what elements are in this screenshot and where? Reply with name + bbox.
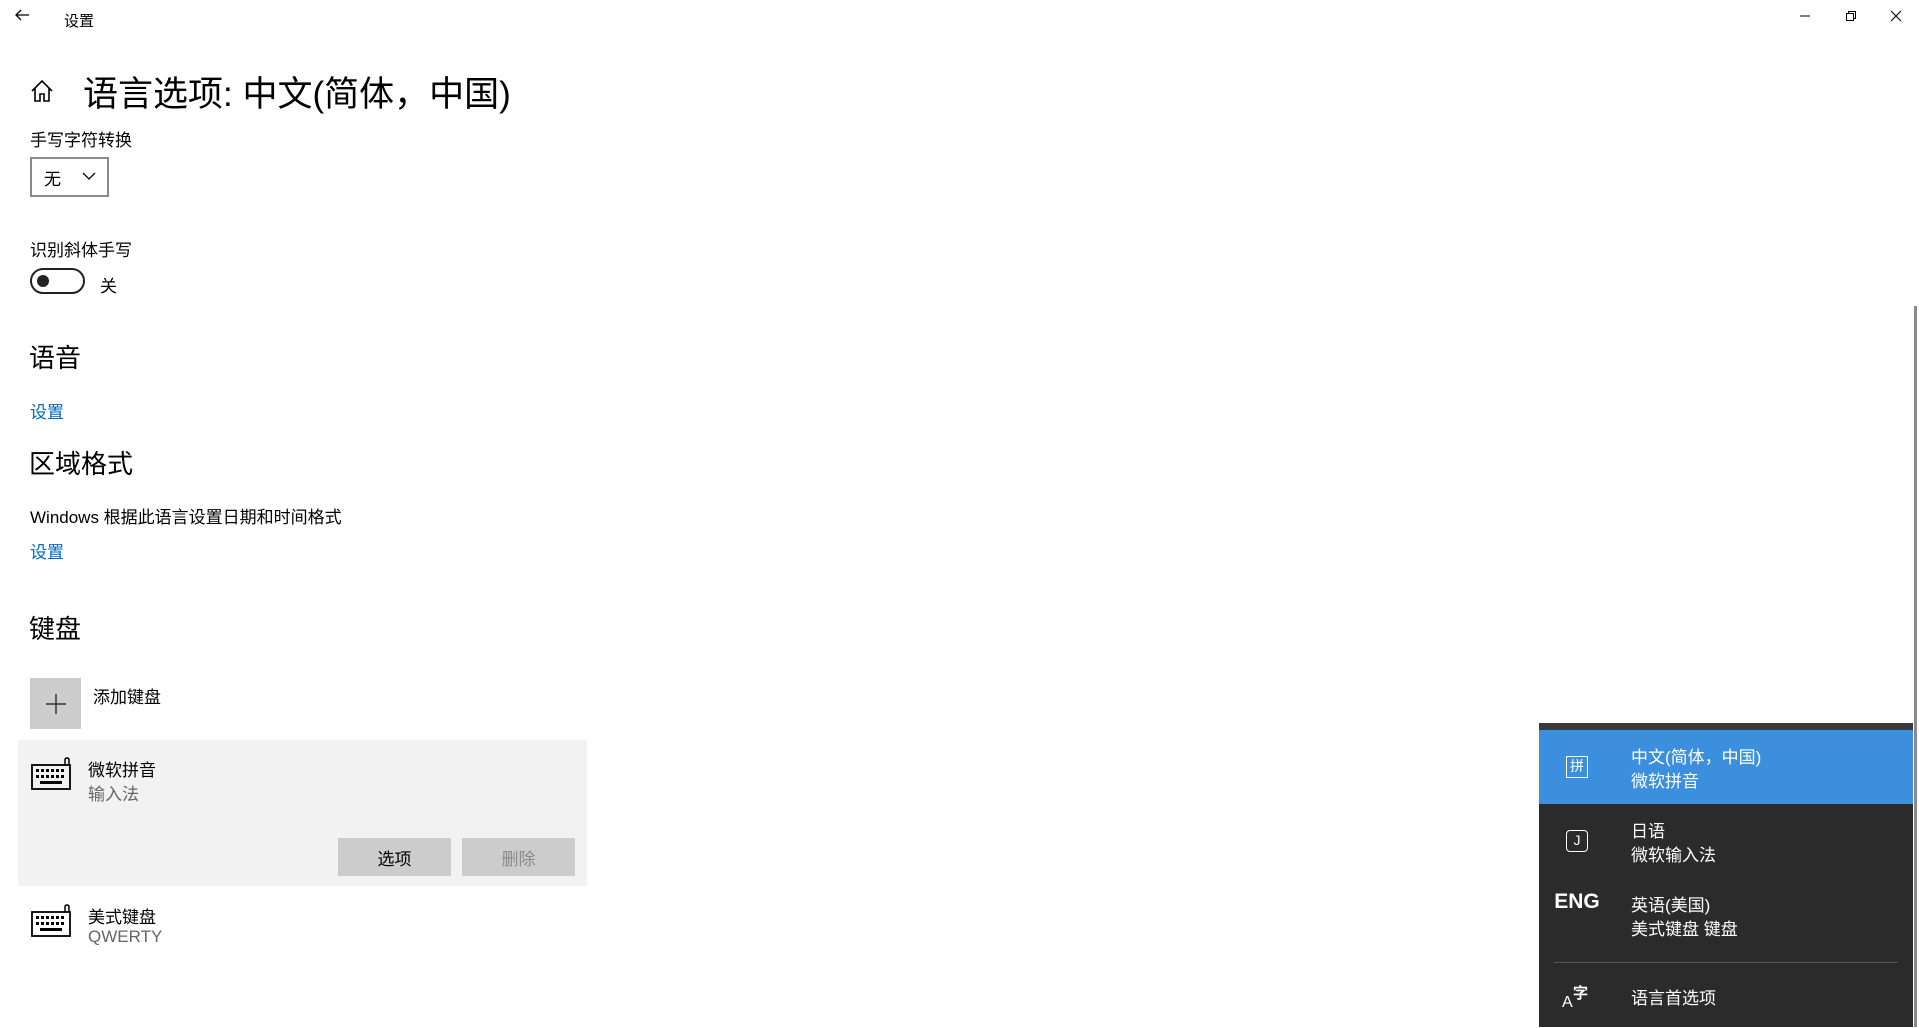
japanese-ime-icon: J xyxy=(1539,830,1615,852)
keyboard-item-name: 微软拼音 xyxy=(88,761,156,780)
minimize-button[interactable] xyxy=(1782,2,1828,30)
home-button[interactable] xyxy=(28,77,56,105)
keyboard-item-sub: 输入法 xyxy=(88,785,139,804)
keyboard-icon xyxy=(31,757,71,790)
toggle-state-label: 关 xyxy=(100,277,117,296)
language-preferences-item[interactable]: A 字 语言首选项 xyxy=(1539,968,1913,1028)
flyout-item-ime: 美式键盘 键盘 xyxy=(1631,920,1738,939)
back-button[interactable] xyxy=(10,4,38,28)
close-icon xyxy=(1890,10,1902,22)
handwriting-conversion-label: 手写字符转换 xyxy=(30,131,132,150)
flyout-item-chinese[interactable]: 拼 中文(简体，中国) 微软拼音 xyxy=(1539,730,1913,804)
pinyin-icon: 拼 xyxy=(1539,756,1615,778)
region-settings-link[interactable]: 设置 xyxy=(30,538,64,563)
minimize-icon xyxy=(1800,15,1810,17)
flyout-item-ime: 微软输入法 xyxy=(1631,846,1716,865)
handwriting-conversion-dropdown[interactable]: 无 xyxy=(30,157,109,197)
flyout-item-japanese[interactable]: J 日语 微软输入法 xyxy=(1539,804,1913,878)
speech-settings-link[interactable]: 设置 xyxy=(30,398,64,423)
close-button[interactable] xyxy=(1873,2,1919,30)
page-title: 语言选项: 中文(简体，中国) xyxy=(83,75,511,114)
flyout-item-language: 中文(简体，中国) xyxy=(1631,748,1762,767)
plus-icon xyxy=(45,693,66,714)
flyout-item-english[interactable]: ENG 英语(美国) 美式键盘 键盘 xyxy=(1539,878,1913,952)
dropdown-value: 无 xyxy=(44,169,61,189)
toggle-knob xyxy=(37,275,49,287)
keyboard-heading: 键盘 xyxy=(29,614,82,644)
chevron-down-icon xyxy=(82,172,96,180)
scrollbar[interactable] xyxy=(1914,306,1917,1027)
language-preferences-label: 语言首选项 xyxy=(1631,989,1716,1008)
italic-handwriting-toggle[interactable] xyxy=(30,268,85,294)
speech-heading: 语音 xyxy=(29,343,82,373)
region-format-heading: 区域格式 xyxy=(29,449,134,479)
back-arrow-icon xyxy=(15,9,29,21)
add-keyboard-label[interactable]: 添加键盘 xyxy=(93,683,161,708)
keyboard-icon xyxy=(31,904,71,937)
home-icon xyxy=(31,79,53,102)
restore-button[interactable] xyxy=(1828,2,1874,30)
language-flyout: 拼 中文(简体，中国) 微软拼音 J 日语 微软输入法 ENG 英语(美国) 美… xyxy=(1539,723,1913,1027)
flyout-item-language: 日语 xyxy=(1631,822,1665,841)
title-bar: 设置 xyxy=(0,0,1919,36)
options-button[interactable]: 选项 xyxy=(338,838,451,876)
flyout-item-ime: 微软拼音 xyxy=(1631,772,1699,791)
italic-handwriting-label: 识别斜体手写 xyxy=(30,241,132,260)
keyboard-item-name[interactable]: 美式键盘 xyxy=(88,903,156,928)
app-title: 设置 xyxy=(64,13,95,30)
remove-button[interactable]: 删除 xyxy=(462,838,575,876)
add-keyboard-button[interactable] xyxy=(30,678,81,729)
eng-icon: ENG xyxy=(1554,890,1600,913)
flyout-item-language: 英语(美国) xyxy=(1631,896,1711,915)
keyboard-item-sub: QWERTY xyxy=(88,927,163,946)
restore-icon xyxy=(1846,11,1856,21)
language-preferences-icon: A 字 xyxy=(1562,985,1589,1011)
flyout-separator xyxy=(1554,962,1898,963)
region-format-description: Windows 根据此语言设置日期和时间格式 xyxy=(30,508,342,527)
